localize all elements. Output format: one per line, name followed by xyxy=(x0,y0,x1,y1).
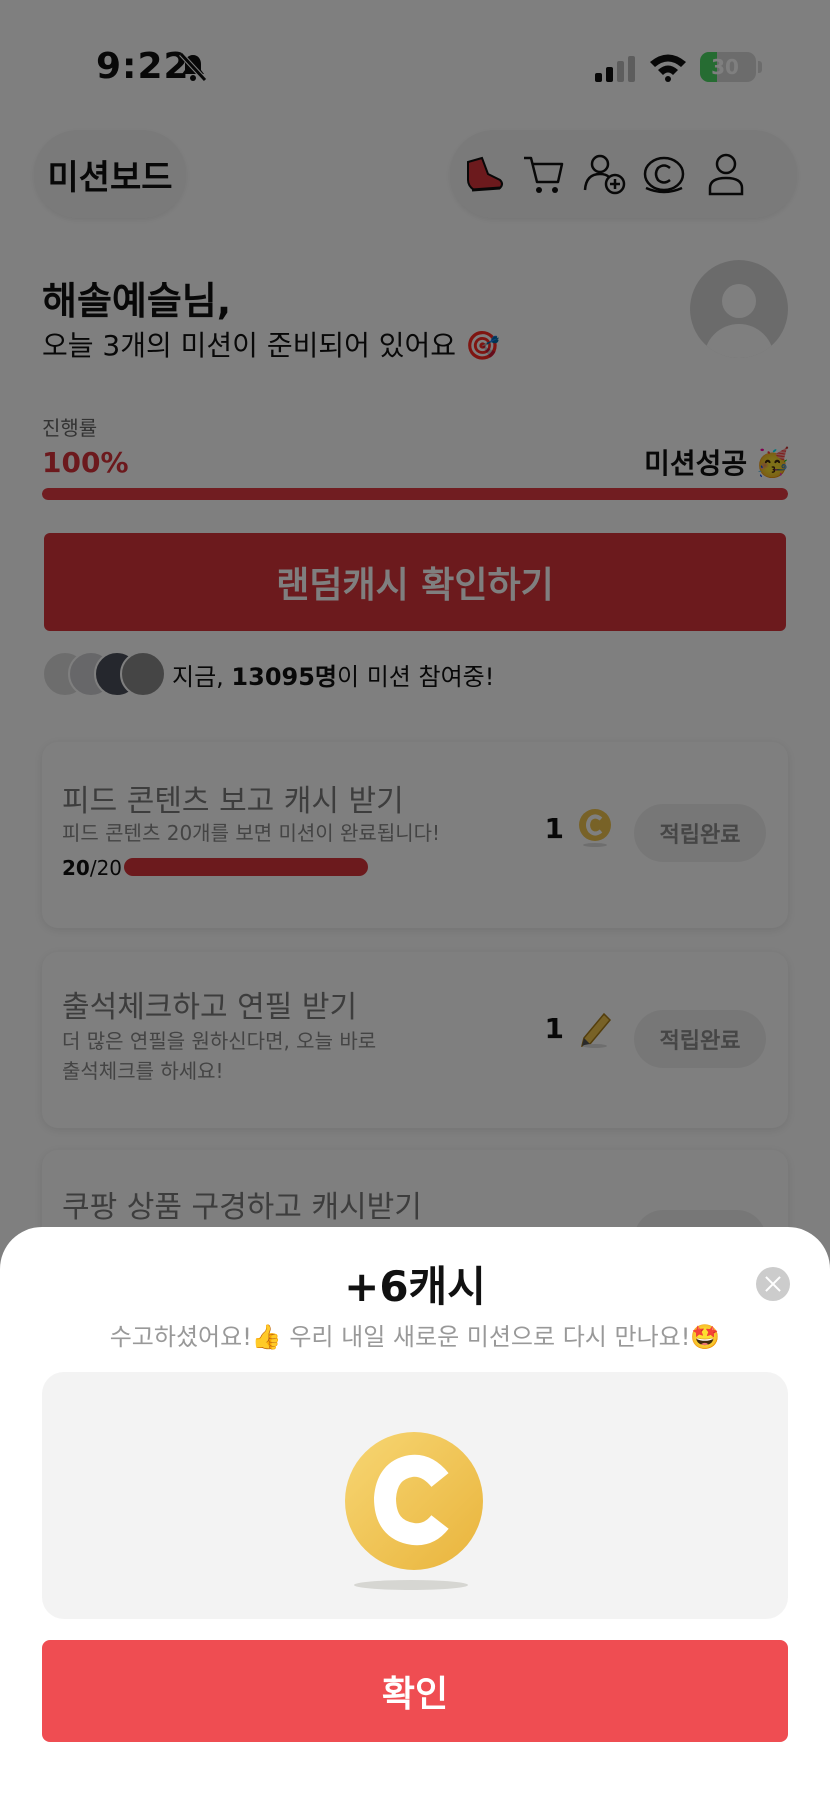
coin-shadow xyxy=(354,1580,468,1590)
confirm-button[interactable]: 확인 xyxy=(42,1640,788,1742)
coin-icon xyxy=(345,1432,483,1570)
close-icon[interactable] xyxy=(756,1267,790,1301)
reward-title: +6캐시 xyxy=(344,1262,486,1311)
reward-bottom-sheet: +6캐시 수고하셨어요!👍 우리 내일 새로운 미션으로 다시 만나요!🤩 확인 xyxy=(0,1227,830,1805)
reward-subtitle: 수고하셨어요!👍 우리 내일 새로운 미션으로 다시 만나요!🤩 xyxy=(109,1323,721,1351)
reward-coin-panel xyxy=(42,1372,788,1619)
